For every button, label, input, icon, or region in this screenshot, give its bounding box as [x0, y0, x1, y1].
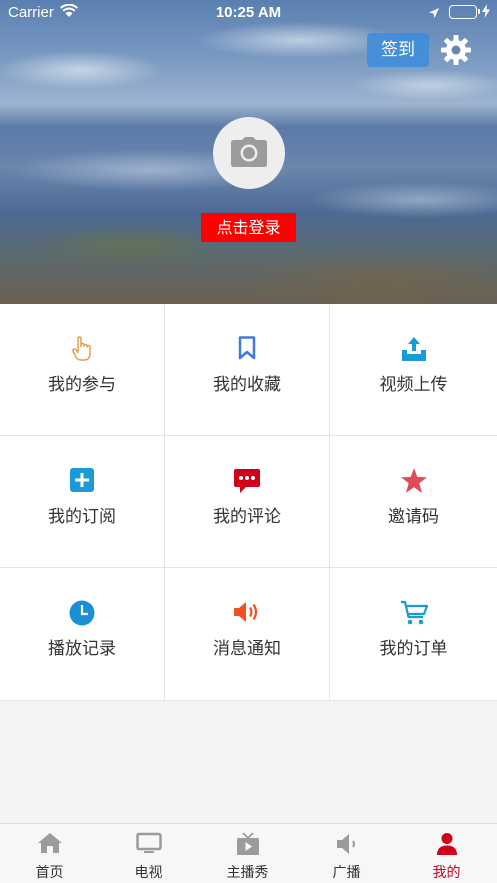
grid-item-label: 邀请码 — [388, 507, 439, 527]
settings-gear-icon[interactable] — [440, 34, 472, 66]
grid-item-participation[interactable]: 我的参与 — [0, 304, 165, 436]
radio-speaker-icon — [336, 834, 355, 854]
tab-anchor-show[interactable]: 主播秀 — [198, 824, 297, 883]
grid-item-label: 我的订单 — [379, 639, 448, 659]
star-icon — [400, 468, 427, 493]
tab-tv[interactable]: 电视 — [99, 824, 198, 883]
upload-tray-icon — [401, 337, 426, 361]
grid-item-subscriptions[interactable]: 我的订阅 — [0, 436, 165, 568]
charging-bolt-icon — [482, 4, 490, 22]
grid-item-label: 我的订阅 — [48, 507, 116, 527]
bottom-tab-bar: 首页 电视 主播秀 广播 我的 — [0, 823, 497, 883]
person-icon — [436, 833, 457, 855]
status-bar: Carrier 10:25 AM — [0, 0, 497, 26]
grid-item-label: 播放记录 — [48, 639, 116, 659]
hand-pointer-icon — [72, 336, 91, 361]
tab-label: 主播秀 — [226, 865, 269, 881]
signin-button[interactable]: 签到 — [367, 33, 429, 67]
camera-icon — [231, 137, 267, 167]
battery-icon — [449, 5, 480, 19]
grid-item-video-upload[interactable]: 视频上传 — [330, 304, 497, 436]
grid-item-comments[interactable]: 我的评论 — [165, 436, 330, 568]
tv-icon — [135, 832, 162, 853]
speaker-icon — [234, 602, 258, 622]
tab-label: 广播 — [332, 865, 361, 881]
tab-mine[interactable]: 我的 — [396, 824, 497, 883]
tab-home[interactable]: 首页 — [0, 824, 99, 883]
grid-item-label: 我的参与 — [48, 375, 116, 395]
comment-icon — [234, 469, 260, 493]
cart-icon — [400, 600, 428, 625]
location-arrow-icon — [428, 5, 440, 23]
profile-header: Carrier 10:25 AM 签到 点击登录 — [0, 0, 497, 304]
bookmark-icon — [238, 336, 256, 360]
feature-grid: 我的参与 我的收藏 视频上传 我的订阅 我的评论 邀请码 播放记录 消息通知 我… — [0, 304, 497, 701]
tab-label: 我的 — [432, 865, 461, 881]
grid-item-orders[interactable]: 我的订单 — [330, 568, 497, 701]
grid-item-label: 我的评论 — [213, 507, 281, 527]
grid-item-label: 消息通知 — [213, 639, 281, 659]
login-button[interactable]: 点击登录 — [201, 213, 296, 242]
tab-label: 首页 — [35, 865, 64, 881]
tab-radio[interactable]: 广播 — [297, 824, 396, 883]
clock-icon — [69, 600, 95, 626]
grid-item-invite-code[interactable]: 邀请码 — [330, 436, 497, 568]
grid-item-favorites[interactable]: 我的收藏 — [165, 304, 330, 436]
video-play-icon — [236, 832, 259, 855]
grid-item-label: 视频上传 — [379, 375, 448, 395]
home-icon — [37, 833, 62, 853]
plus-square-icon — [70, 468, 94, 492]
grid-item-notifications[interactable]: 消息通知 — [165, 568, 330, 701]
avatar-camera-button[interactable] — [213, 117, 285, 189]
tab-label: 电视 — [134, 865, 163, 881]
grid-item-play-history[interactable]: 播放记录 — [0, 568, 165, 701]
grid-item-label: 我的收藏 — [213, 375, 281, 395]
clock-time: 10:25 AM — [215, 4, 282, 21]
